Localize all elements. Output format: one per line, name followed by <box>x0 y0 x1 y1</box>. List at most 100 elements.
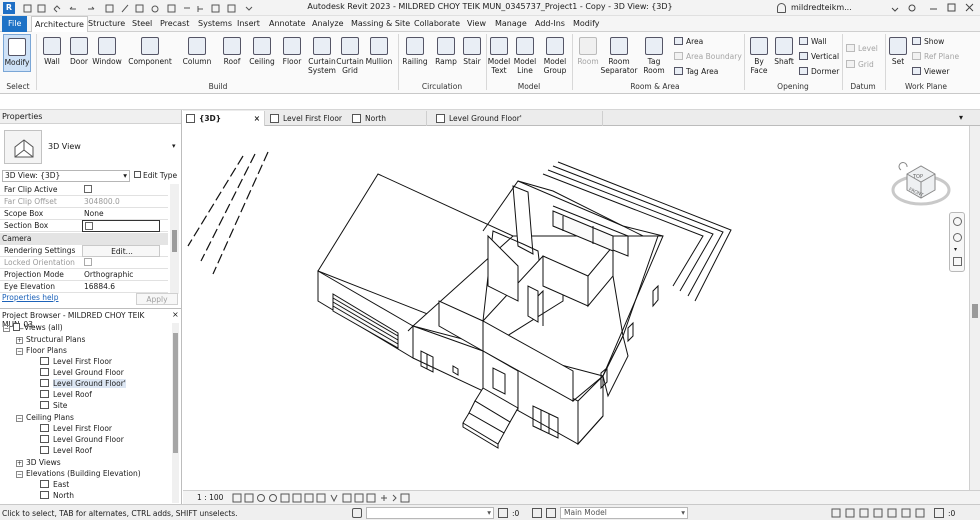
opening-panel-label[interactable]: Opening <box>748 82 838 91</box>
select-panel-label[interactable]: Select <box>3 82 33 91</box>
type-selector[interactable]: 3D View ▾ <box>2 128 180 166</box>
floor-button[interactable]: Floor <box>279 37 305 66</box>
view-tab-north[interactable]: North <box>349 111 435 126</box>
tree-item-floor-plan[interactable]: Level Ground Floor <box>40 368 124 378</box>
roof-button[interactable]: Roof <box>219 37 245 66</box>
filter-icon[interactable] <box>934 508 944 518</box>
tab-structure[interactable]: Structure <box>85 16 128 32</box>
user-icon[interactable] <box>777 3 786 13</box>
tab-architecture[interactable]: Architecture <box>31 16 88 32</box>
3d-view-canvas[interactable]: TOP FRONT ▾ <box>183 126 969 490</box>
tab-massing-site[interactable]: Massing & Site <box>348 16 413 32</box>
tree-node-views-all[interactable]: − Views (all) <box>3 323 63 333</box>
selection-options-icons[interactable] <box>830 508 930 518</box>
close-icon[interactable]: × <box>172 310 179 319</box>
railing-button[interactable]: Railing <box>401 37 429 66</box>
set-work-plane-button[interactable]: Set <box>888 37 908 66</box>
active-model-dropdown[interactable]: Main Model ▾ <box>560 507 688 519</box>
model-line-button[interactable]: Model Line <box>513 37 537 75</box>
tree-item-floor-plan[interactable]: Site <box>40 401 67 411</box>
tab-collaborate[interactable]: Collaborate <box>411 16 463 32</box>
tree-item-elevation[interactable]: North <box>40 491 74 501</box>
tab-systems[interactable]: Systems <box>195 16 235 32</box>
tree-node-ceiling-plans[interactable]: − Ceiling Plans <box>16 413 74 423</box>
ref-plane-button[interactable]: Ref Plane <box>912 52 959 61</box>
tab-manage[interactable]: Manage <box>492 16 530 32</box>
eye-elevation-value[interactable]: 16884.6 <box>82 281 160 293</box>
far-clip-active-checkbox[interactable] <box>84 185 92 193</box>
room-button[interactable]: Room <box>574 37 602 66</box>
tree-node-structural-plans[interactable]: + Structural Plans <box>16 335 85 345</box>
model-text-button[interactable]: Model Text <box>487 37 511 75</box>
browser-scrollbar[interactable] <box>172 323 179 503</box>
view-scale[interactable]: 1 : 100 <box>197 493 223 502</box>
room-area-panel-label[interactable]: Room & Area <box>580 82 730 91</box>
curtain-grid-button[interactable]: Curtain Grid <box>336 37 364 75</box>
camera-group-header[interactable]: Camera <box>0 233 168 245</box>
viewer-button[interactable]: Viewer <box>912 67 950 76</box>
model-group-button[interactable]: Model Group <box>541 37 569 75</box>
tab-menu-chevron-icon[interactable]: ▾ <box>959 113 963 122</box>
component-button[interactable]: Component <box>127 37 173 66</box>
window-controls[interactable] <box>890 3 976 13</box>
tag-area-button[interactable]: Tag Area <box>674 67 718 76</box>
tab-file[interactable]: File <box>2 16 28 32</box>
mullion-button[interactable]: Mullion <box>364 37 394 66</box>
shaft-button[interactable]: Shaft <box>772 37 796 66</box>
zoom-dropdown-icon[interactable]: ▾ <box>954 246 957 253</box>
zoom-icon[interactable] <box>953 233 962 242</box>
curtain-system-button[interactable]: Curtain System <box>308 37 336 75</box>
tree-item-elevation[interactable]: East <box>40 480 69 490</box>
window-button[interactable]: Window <box>92 37 122 66</box>
edit-type-button[interactable]: Edit Type <box>134 170 178 182</box>
dormer-button[interactable]: Dormer <box>799 67 839 76</box>
area-boundary-button[interactable]: Area Boundary <box>674 52 742 61</box>
viewcube[interactable]: TOP FRONT <box>889 156 953 212</box>
viewcube-top-label[interactable]: TOP <box>912 174 923 180</box>
view-control-icons[interactable] <box>231 493 411 503</box>
circulation-panel-label[interactable]: Circulation <box>400 82 484 91</box>
tab-precast[interactable]: Precast <box>157 16 192 32</box>
collapse-icon[interactable]: − <box>16 348 23 355</box>
collapse-icon[interactable]: − <box>3 325 10 332</box>
area-button[interactable]: Area <box>674 37 703 46</box>
tree-node-3d-views[interactable]: +3D Views <box>16 458 61 468</box>
collapse-icon[interactable]: − <box>16 415 23 422</box>
vertical-opening-button[interactable]: Vertical <box>799 52 839 61</box>
model-panel-label[interactable]: Model <box>487 82 571 91</box>
tab-modify[interactable]: Modify <box>570 16 603 32</box>
design-options-icon-2[interactable] <box>546 508 556 518</box>
scope-box-value[interactable]: None <box>82 208 160 220</box>
datum-panel-label[interactable]: Datum <box>843 82 883 91</box>
apply-button[interactable]: Apply <box>136 293 178 305</box>
tree-item-ceiling-plan[interactable]: Level Ground Floor <box>40 435 124 445</box>
ceiling-button[interactable]: Ceiling <box>247 37 277 66</box>
expand-icon[interactable]: + <box>16 337 23 344</box>
stair-button[interactable]: Stair <box>460 37 484 66</box>
rendering-settings-edit-button[interactable]: Edit... <box>82 245 160 257</box>
navigation-bar[interactable]: ▾ <box>949 212 965 272</box>
view-tab-level-ground-floor-prime[interactable]: Level Ground Floor' <box>433 111 603 126</box>
instance-selector[interactable]: 3D View: {3D} ▾ <box>2 170 130 182</box>
build-panel-label[interactable]: Build <box>40 82 396 91</box>
properties-help-link[interactable]: Properties help <box>2 293 59 302</box>
tree-item-ceiling-plan[interactable]: Level First Floor <box>40 424 112 434</box>
worksets-icon[interactable] <box>352 508 362 518</box>
section-box-checkbox[interactable] <box>85 222 93 230</box>
view-tab-3d[interactable]: {3D} × <box>183 111 265 126</box>
design-options-icon[interactable] <box>532 508 542 518</box>
grid-button[interactable]: Grid <box>846 60 874 69</box>
room-separator-button[interactable]: Room Separator <box>600 37 638 75</box>
tab-analyze[interactable]: Analyze <box>309 16 347 32</box>
tab-insert[interactable]: Insert <box>234 16 263 32</box>
tree-node-floor-plans[interactable]: − Floor Plans <box>16 346 67 356</box>
wall-button[interactable]: Wall <box>40 37 64 66</box>
modify-button[interactable]: Modify <box>3 34 31 72</box>
projection-mode-value[interactable]: Orthographic <box>82 269 160 281</box>
close-icon[interactable]: × <box>254 111 260 126</box>
wall-opening-button[interactable]: Wall <box>799 37 827 46</box>
door-button[interactable]: Door <box>66 37 92 66</box>
tree-item-ceiling-plan[interactable]: Level Roof <box>40 446 92 456</box>
by-face-button[interactable]: By Face <box>747 37 771 75</box>
canvas-vertical-scrollbar[interactable] <box>969 126 980 490</box>
